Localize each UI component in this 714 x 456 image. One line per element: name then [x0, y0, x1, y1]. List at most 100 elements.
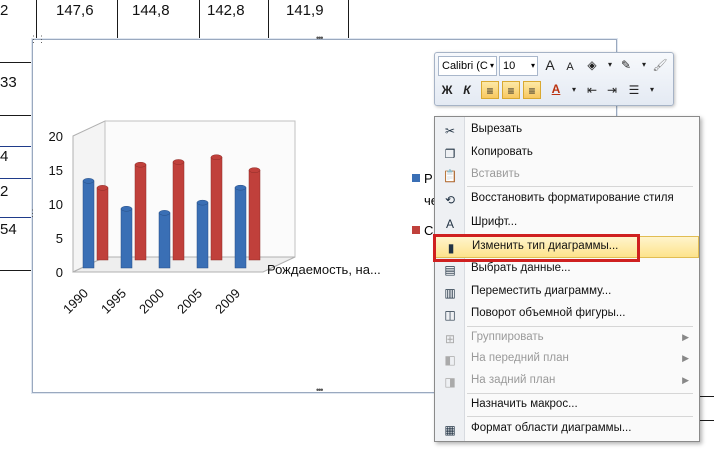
- cell[interactable]: 54: [0, 221, 17, 238]
- menu-item-bring-front: ◧ На передний план ▶: [435, 349, 699, 371]
- legend-marker-series2: [412, 226, 420, 234]
- bar-top-1-2005: [196, 199, 209, 206]
- cell[interactable]: 4: [0, 148, 8, 165]
- legend-text: С: [424, 223, 434, 238]
- send-back-icon: ◨: [444, 375, 456, 389]
- menu-item-font[interactable]: A Шрифт...: [435, 213, 699, 235]
- cell[interactable]: 144,8: [132, 2, 170, 19]
- cell[interactable]: 147,6: [56, 2, 94, 19]
- submenu-arrow-icon: ▶: [682, 332, 689, 342]
- bullets-icon[interactable]: ☰: [625, 81, 643, 99]
- paste-icon: 📋: [442, 169, 458, 183]
- x-tick-label: 2009: [212, 286, 243, 317]
- format-painter-icon[interactable]: 🖌: [651, 56, 669, 74]
- chevron-down-icon: ▾: [530, 61, 535, 70]
- grid-line: [0, 146, 32, 147]
- grid-line: [0, 115, 32, 116]
- bar-top-2-2000: [172, 159, 185, 165]
- bar-top-1-2009: [234, 184, 247, 191]
- series-label: Рождаемость, на...: [267, 262, 381, 277]
- increase-indent-icon[interactable]: ⇥: [603, 81, 621, 99]
- fill-color-icon[interactable]: ◈: [583, 56, 601, 74]
- menu-item-select-data[interactable]: ▤ Выбрать данные...: [435, 259, 699, 281]
- legend-text: Р: [424, 171, 433, 186]
- menu-item-format-area[interactable]: ▦ Формат области диаграммы...: [435, 419, 699, 441]
- chevron-down-icon[interactable]: ▾: [643, 81, 661, 99]
- grid-line: [348, 0, 349, 40]
- scissors-icon: ✂: [444, 124, 456, 138]
- font-size-select[interactable]: 10 ▾: [499, 56, 538, 76]
- format-area-icon: ▦: [444, 423, 456, 437]
- grid-line: [0, 62, 32, 63]
- bar-2-2005: [210, 156, 223, 261]
- submenu-arrow-icon: ▶: [682, 353, 689, 363]
- cell[interactable]: 2: [0, 183, 8, 200]
- cell[interactable]: 33: [0, 74, 17, 91]
- bold-button[interactable]: Ж: [438, 81, 456, 99]
- menu-separator: [467, 416, 693, 417]
- y-tick-label: 20: [49, 129, 63, 144]
- menu-item-label: Копировать: [471, 146, 533, 158]
- bar-top-1-1990: [82, 178, 95, 184]
- align-right-icon[interactable]: ≡: [523, 81, 541, 99]
- menu-item-scissors[interactable]: ✂ Вырезать: [435, 120, 699, 142]
- line-color-icon[interactable]: ✎: [617, 56, 635, 74]
- shrink-font-button[interactable]: A: [561, 58, 579, 76]
- menu-item-macro[interactable]: Назначить макрос...: [435, 395, 699, 417]
- grid-line: [698, 420, 714, 421]
- x-tick-label: 2005: [174, 286, 205, 317]
- cell[interactable]: 141,9: [286, 2, 324, 19]
- rotate-3d-icon: ◫: [444, 308, 456, 322]
- font-color-button[interactable]: A: [547, 80, 565, 98]
- bar-top-2-2009: [248, 167, 261, 173]
- menu-item-label: Поворот объемной фигуры...: [471, 307, 626, 319]
- menu-separator: [467, 393, 693, 394]
- grid-line: [0, 270, 32, 271]
- font-name-select[interactable]: Calibri (С ▾: [438, 56, 497, 76]
- menu-item-label: Восстановить форматирование стиля: [471, 192, 674, 204]
- x-tick-label: 1995: [98, 286, 129, 317]
- bar-top-2-1995: [134, 161, 147, 168]
- menu-item-label: На задний план: [471, 374, 556, 386]
- bar-2-2009: [248, 169, 261, 261]
- font-icon: A: [445, 217, 454, 231]
- macro-icon: [442, 398, 458, 414]
- highlight-frame: [433, 234, 640, 262]
- cell[interactable]: 2: [0, 2, 8, 19]
- grid-line: [117, 0, 118, 40]
- menu-separator: [467, 326, 693, 327]
- menu-item-move-chart[interactable]: ▥ Переместить диаграмму...: [435, 282, 699, 304]
- legend-marker-series1: [412, 174, 420, 182]
- menu-item-label: Шрифт...: [471, 216, 518, 228]
- align-left-icon[interactable]: ≡: [481, 81, 499, 99]
- menu-item-rotate-3d[interactable]: ◫ Поворот объемной фигуры...: [435, 304, 699, 326]
- align-center-icon[interactable]: ≡: [502, 81, 520, 99]
- x-tick-label: 2000: [136, 286, 167, 317]
- decrease-indent-icon[interactable]: ⇤: [583, 81, 601, 99]
- cell[interactable]: 142,8: [207, 2, 245, 19]
- context-menu: ✂ Вырезать ❐ Копировать 📋 Вставить ⟲ Восстанови…: [434, 116, 700, 442]
- grow-font-button[interactable]: A: [541, 56, 559, 74]
- menu-item-label: На передний план: [471, 352, 569, 364]
- move-chart-icon: ▥: [444, 286, 456, 300]
- bar-top-2-1990: [96, 185, 109, 191]
- menu-item-copy[interactable]: ❐ Копировать: [435, 143, 699, 165]
- menu-item-send-back: ◨ На задний план ▶: [435, 371, 699, 393]
- bar-top-2-2005: [210, 154, 223, 160]
- group-icon: ⊞: [444, 332, 456, 346]
- bar-1-1990: [82, 180, 95, 269]
- bar-2-2000: [172, 161, 185, 261]
- italic-button[interactable]: К: [458, 81, 476, 99]
- menu-item-reset-style[interactable]: ⟲ Восстановить форматирование стиля: [435, 189, 699, 211]
- menu-item-label: Выбрать данные...: [471, 262, 571, 274]
- select-data-icon: ▤: [444, 263, 456, 277]
- grid-line: [199, 0, 200, 40]
- copy-icon: ❐: [444, 147, 456, 161]
- grid-line: [268, 0, 269, 40]
- chevron-down-icon[interactable]: ▾: [565, 81, 583, 99]
- y-tick-label: 0: [56, 265, 63, 280]
- y-tick-label: 5: [56, 231, 63, 246]
- bar-top-1-1995: [120, 206, 133, 212]
- menu-item-label: Группировать: [471, 331, 544, 343]
- menu-item-label: Назначить макрос...: [471, 398, 578, 410]
